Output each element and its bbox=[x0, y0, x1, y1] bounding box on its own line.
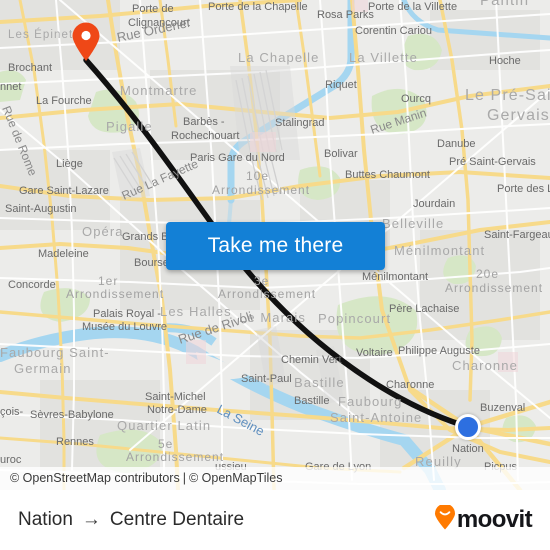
map-label: Arrondissement bbox=[126, 450, 224, 464]
map-label: 5e bbox=[158, 437, 173, 451]
map-label: Porte de la Chapelle bbox=[208, 1, 308, 13]
map-label: Bourse bbox=[134, 257, 169, 269]
map-label: Saint-Fargeau bbox=[484, 229, 550, 241]
moovit-map-screen: Les Épinettes Porte de Clignancourt Porte d… bbox=[0, 0, 550, 550]
map-label: çois- bbox=[0, 406, 24, 418]
map-label: Chemin Vert bbox=[281, 354, 342, 366]
map-label: Arrondissement bbox=[218, 287, 316, 301]
map-label: La Chapelle bbox=[238, 50, 320, 65]
map-label: Palais Royal - bbox=[93, 308, 161, 320]
map-label: Quartier Latin bbox=[117, 418, 211, 433]
map-label: Liège bbox=[56, 158, 83, 170]
map-label: 1er bbox=[98, 274, 118, 288]
map-label: Pigalle bbox=[106, 119, 153, 134]
map-label: Faubourg Saint- bbox=[0, 345, 110, 360]
route-destination-label: Centre Dentaire bbox=[109, 509, 245, 530]
map-label: Notre-Dame bbox=[147, 404, 207, 416]
map-label: nnet bbox=[0, 81, 21, 93]
map-label: Gare Saint-Lazare bbox=[19, 185, 109, 197]
arrow-right-icon: → bbox=[81, 509, 101, 530]
map-label: La Villette bbox=[349, 50, 418, 65]
map-label: Riquet bbox=[325, 79, 357, 91]
map-label: Danube bbox=[437, 138, 476, 150]
map-label: Ourcq bbox=[401, 93, 431, 105]
route-summary: Nation → Centre Dentaire bbox=[18, 509, 244, 531]
map-label: Saint-Antoine bbox=[330, 410, 422, 425]
origin-marker-pin[interactable] bbox=[71, 22, 101, 62]
map-label: Buzenval bbox=[480, 402, 525, 414]
moovit-pin-icon bbox=[434, 503, 456, 535]
map-label: Bastille bbox=[294, 375, 345, 390]
map-label: 10e bbox=[246, 169, 269, 183]
map-label: Charonne bbox=[386, 379, 434, 391]
map-label: Saint-Michel bbox=[145, 391, 206, 403]
map-label: Rennes bbox=[56, 436, 94, 448]
route-origin-label: Nation bbox=[18, 509, 73, 530]
openmaptiles-attribution-link[interactable]: © OpenMapTiles bbox=[189, 471, 283, 485]
map-label: Saint-Paul bbox=[241, 373, 292, 385]
map-label: Stalingrad bbox=[275, 117, 325, 129]
map-label: Corentin Cariou bbox=[355, 25, 432, 37]
map-label: Opéra bbox=[82, 224, 124, 239]
map-label: Sèvres-Babylone bbox=[30, 409, 114, 421]
map-label: Voltaire bbox=[356, 347, 393, 359]
moovit-logo[interactable]: moovit bbox=[434, 503, 533, 535]
map-label: Belleville bbox=[382, 216, 444, 231]
map-label: Brochant bbox=[8, 62, 52, 74]
map-label: 3e bbox=[254, 274, 269, 288]
map-label: Musée du Louvre bbox=[82, 321, 167, 333]
moovit-wordmark: moovit bbox=[456, 506, 533, 533]
map-label: Ménilmontant bbox=[362, 271, 428, 283]
map-label: La Fourche bbox=[36, 95, 92, 107]
map-canvas[interactable]: Les Épinettes Porte de Clignancourt Porte d… bbox=[0, 0, 550, 490]
map-label: Père Lachaise bbox=[389, 303, 459, 315]
map-label: Porte de bbox=[132, 3, 174, 15]
map-label: Les Halles bbox=[160, 304, 232, 319]
map-label: Arrondissement bbox=[445, 281, 543, 295]
map-label: Buttes Chaumont bbox=[345, 169, 430, 181]
map-label: Porte de la Villette bbox=[368, 1, 457, 13]
map-label: Arrondissement bbox=[212, 183, 310, 197]
map-label: Madeleine bbox=[38, 248, 89, 260]
map-label: Popincourt bbox=[318, 311, 391, 326]
map-label: Pré Saint-Gervais bbox=[449, 156, 536, 168]
map-label: Germain bbox=[14, 361, 72, 376]
osm-attribution-link[interactable]: © OpenStreetMap contributors bbox=[10, 471, 180, 485]
map-attribution: © OpenStreetMap contributors | © OpenMapTi… bbox=[0, 467, 550, 490]
map-label: Montmartre bbox=[120, 83, 197, 98]
map-label: uroc bbox=[0, 454, 22, 466]
footer-bar: Nation → Centre Dentaire moovit bbox=[0, 490, 550, 550]
map-label: Philippe Auguste bbox=[398, 345, 480, 357]
map-label: Faubourg bbox=[338, 394, 402, 409]
map-label: 20e bbox=[476, 267, 499, 281]
map-label: Hoche bbox=[489, 55, 521, 67]
map-label: Arrondissement bbox=[66, 287, 164, 301]
map-label: Bastille bbox=[294, 395, 329, 407]
map-label: Le Pré-Saint bbox=[465, 87, 550, 104]
map-label: Paris Gare du Nord bbox=[190, 152, 285, 164]
map-label: Ménilmontant bbox=[394, 243, 485, 258]
map-label: Bolivar bbox=[324, 148, 358, 160]
map-label: Rochechouart bbox=[171, 130, 240, 142]
map-label: Saint-Augustin bbox=[5, 203, 77, 215]
map-label: Gervais bbox=[487, 107, 550, 124]
map-label: Charonne bbox=[452, 358, 518, 373]
take-me-there-button[interactable]: Take me there bbox=[166, 222, 385, 270]
attribution-separator: | bbox=[182, 471, 186, 485]
map-label: Jourdain bbox=[413, 198, 455, 210]
map-label: Rosa Parks bbox=[317, 9, 374, 21]
destination-marker-dot[interactable] bbox=[455, 414, 481, 440]
map-label: Concorde bbox=[8, 279, 56, 291]
map-label: Porte des Lilas bbox=[497, 183, 550, 195]
map-label: Barbès - bbox=[183, 116, 225, 128]
map-label: Pantin bbox=[480, 0, 529, 9]
